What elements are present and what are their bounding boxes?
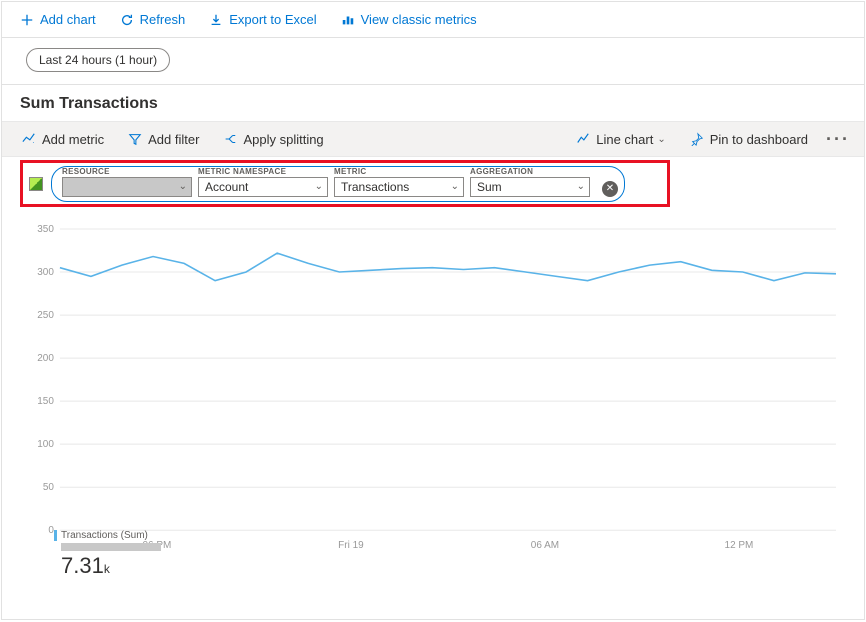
export-button[interactable]: Export to Excel	[201, 6, 324, 34]
series-color-swatch[interactable]	[29, 177, 43, 191]
legend-series-name: Transactions (Sum)	[54, 530, 161, 541]
download-icon	[209, 13, 223, 27]
chart-toolbar: Add metric Add filter Apply splitting	[2, 121, 864, 157]
chevron-down-icon: ⌄	[577, 181, 585, 192]
add-filter-button[interactable]: Add filter	[120, 125, 207, 153]
refresh-icon	[120, 13, 134, 27]
legend-card: Transactions (Sum) 7.31k	[54, 530, 161, 579]
chevron-down-icon: ⌄	[315, 181, 323, 192]
pin-dashboard-button[interactable]: Pin to dashboard	[682, 125, 816, 153]
namespace-label: METRIC NAMESPACE	[198, 167, 328, 176]
resource-select[interactable]: ⌄	[62, 177, 192, 197]
svg-text:12 PM: 12 PM	[725, 540, 754, 551]
svg-text:100: 100	[37, 439, 54, 450]
chart-area: 05010015020025030035006 PMFri 1906 AM12 …	[20, 225, 846, 555]
svg-text:300: 300	[37, 267, 54, 278]
chevron-down-icon: ⌄	[657, 134, 665, 145]
metric-select[interactable]: Transactions⌄	[334, 177, 464, 197]
pin-icon	[690, 132, 704, 146]
add-chart-button[interactable]: Add chart	[12, 6, 104, 34]
chevron-down-icon: ⌄	[179, 181, 187, 192]
bar-chart-icon	[341, 13, 355, 27]
metric-picker: RESOURCE ⌄ METRIC NAMESPACE Account⌄ MET…	[51, 166, 625, 202]
aggregation-label: AGGREGATION	[470, 167, 590, 176]
line-chart: 05010015020025030035006 PMFri 1906 AM12 …	[20, 225, 846, 554]
plus-icon	[20, 13, 34, 27]
resource-label: RESOURCE	[62, 167, 192, 176]
chart-title: Sum Transactions	[2, 85, 864, 121]
svg-text:50: 50	[43, 482, 55, 493]
filter-icon	[128, 132, 142, 146]
line-plus-icon	[22, 132, 36, 146]
split-icon	[223, 132, 237, 146]
line-chart-icon	[576, 132, 590, 146]
apply-splitting-button[interactable]: Apply splitting	[215, 125, 331, 153]
add-metric-button[interactable]: Add metric	[14, 125, 112, 153]
time-range-pill[interactable]: Last 24 hours (1 hour)	[26, 48, 170, 72]
legend-redacted-bar	[61, 543, 161, 551]
chart-type-dropdown[interactable]: Line chart ⌄	[568, 125, 673, 153]
namespace-select[interactable]: Account⌄	[198, 177, 328, 197]
svg-text:Fri 19: Fri 19	[338, 540, 364, 551]
svg-text:150: 150	[37, 396, 54, 407]
metric-label: METRIC	[334, 167, 464, 176]
metric-picker-highlight: RESOURCE ⌄ METRIC NAMESPACE Account⌄ MET…	[20, 160, 670, 207]
aggregation-select[interactable]: Sum⌄	[470, 177, 590, 197]
svg-text:06 AM: 06 AM	[531, 540, 559, 551]
svg-text:350: 350	[37, 225, 54, 235]
legend-value: 7.31k	[54, 553, 161, 579]
svg-text:200: 200	[37, 353, 54, 364]
svg-text:250: 250	[37, 310, 54, 321]
view-classic-button[interactable]: View classic metrics	[333, 6, 485, 34]
refresh-button[interactable]: Refresh	[112, 6, 194, 34]
top-toolbar: Add chart Refresh Export to Excel View c…	[2, 2, 864, 38]
more-menu-button[interactable]: ···	[820, 129, 856, 150]
chevron-down-icon: ⌄	[451, 181, 459, 192]
remove-metric-button[interactable]: ✕	[602, 181, 618, 197]
